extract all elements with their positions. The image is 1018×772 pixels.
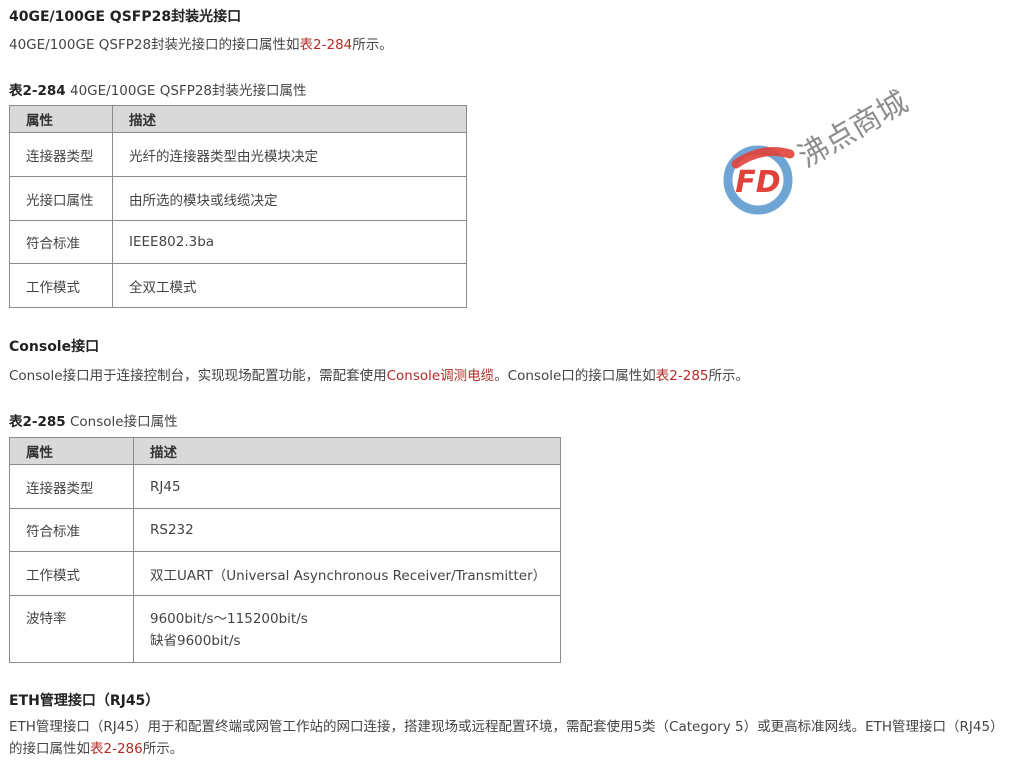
table-cell: 工作模式 [9,551,134,596]
table-row: 符合标准 IEEE802.3ba [9,220,467,264]
link-table-2-284[interactable]: 表2-284 [300,37,353,53]
table-cell: 光纤的连接器类型由光模块决定 [112,132,467,177]
header-cell-attribute: 属性 [9,437,134,465]
table-cell: 符合标准 [9,220,113,264]
table-caption-2-284: 表2-284 40GE/100GE QSFP28封装光接口属性 [9,79,307,99]
table-row: 波特率 9600bit/s～115200bit/s 缺省9600bit/s [9,595,561,663]
table-header-row: 属性 描述 [9,437,561,465]
table-cell: IEEE802.3ba [112,220,467,264]
caption-text: 40GE/100GE QSFP28封装光接口属性 [65,83,307,99]
table-cell: 工作模式 [9,263,113,308]
table-cell: 光接口属性 [9,176,113,221]
table-cell: 连接器类型 [9,464,134,509]
section-intro-qsfp28: 40GE/100GE QSFP28封装光接口的接口属性如表2-284所示。 [9,33,393,53]
section-intro-console: Console接口用于连接控制台，实现现场配置功能，需配套使用Console调测… [9,364,749,384]
section-heading-console: Console接口 [9,339,100,355]
table-cell-multiline: 9600bit/s～115200bit/s 缺省9600bit/s [133,595,561,663]
table-caption-2-285: 表2-285 Console接口属性 [9,410,178,430]
intro-text: Console接口用于连接控制台，实现现场配置功能，需配套使用 [9,368,387,384]
table-row: 工作模式 双工UART（Universal Asynchronous Recei… [9,551,561,596]
table-header-row: 属性 描述 [9,105,467,133]
link-table-2-286[interactable]: 表2-286 [90,741,143,757]
header-cell-description: 描述 [112,105,467,133]
caption-label: 表2-285 [9,414,66,430]
intro-tail: 所示。 [352,37,393,53]
brand-text: 沸点商城 [793,88,913,175]
intro-text: 40GE/100GE QSFP28封装光接口的接口属性如 [9,37,300,53]
table-cell: 连接器类型 [9,132,113,177]
section-heading-qsfp28: 40GE/100GE QSFP28封装光接口 [9,9,242,25]
table-cell: RJ45 [133,464,561,509]
intro-mid: 。Console口的接口属性如 [494,368,656,384]
caption-text: Console接口属性 [65,414,178,430]
table-cell: 由所选的模块或线缆决定 [112,176,467,221]
table-cell: RS232 [133,508,561,552]
baud-rate-range: 9600bit/s～115200bit/s [150,611,308,627]
table-cell: 双工UART（Universal Asynchronous Receiver/T… [133,551,561,596]
watermark-logo: FD 沸点商城 [723,88,913,215]
table-2-284: 属性 描述 连接器类型 光纤的连接器类型由光模块决定 光接口属性 由所选的模块或… [9,105,467,308]
table-row: 连接器类型 RJ45 [9,464,561,509]
intro-tail: 所示。 [142,741,184,757]
table-row: 工作模式 全双工模式 [9,263,467,308]
table-row: 符合标准 RS232 [9,508,561,552]
fd-logo-icon: FD [723,145,795,215]
header-cell-description: 描述 [133,437,561,465]
table-cell: 符合标准 [9,508,134,552]
intro-tail: 所示。 [708,368,750,384]
logo-letters: FD [735,165,780,200]
header-cell-attribute: 属性 [9,105,113,133]
caption-label: 表2-284 [9,83,66,99]
section-intro-eth: ETH管理接口（RJ45）用于和配置终端或网管工作站的网口连接，搭建现场或远程配… [9,716,999,760]
table-row: 光接口属性 由所选的模块或线缆决定 [9,176,467,221]
link-console-cable[interactable]: Console调测电缆 [387,368,495,384]
baud-rate-default: 缺省9600bit/s [150,633,241,649]
table-row: 连接器类型 光纤的连接器类型由光模块决定 [9,132,467,177]
table-cell: 全双工模式 [112,263,467,308]
section-heading-eth: ETH管理接口（RJ45） [9,693,160,709]
link-table-2-285[interactable]: 表2-285 [656,368,709,384]
table-2-285: 属性 描述 连接器类型 RJ45 符合标准 RS232 工作模式 双工UART（… [9,437,561,663]
table-cell: 波特率 [9,595,134,663]
